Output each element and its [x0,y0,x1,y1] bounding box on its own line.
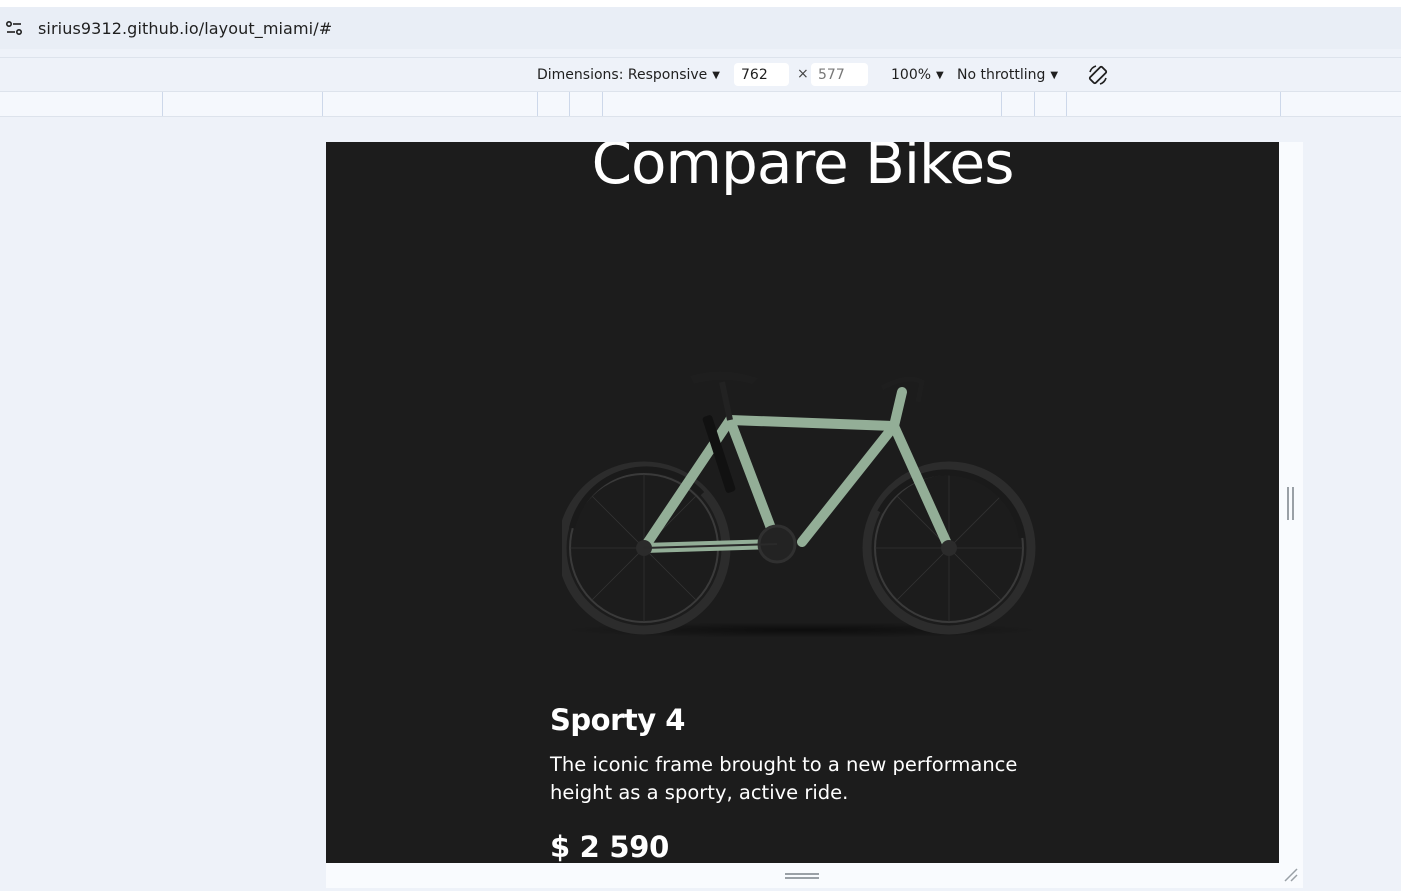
site-info-button[interactable] [0,14,28,42]
ruler-tick [1066,92,1067,116]
ruler-tick [162,92,163,116]
ruler-tick [1034,92,1035,116]
product-name: Sporty 4 [550,703,685,737]
caret-down-icon: ▼ [1050,69,1059,81]
ruler-tick [322,92,323,116]
address-bar[interactable]: sirius9312.github.io/layout_miami/# [0,7,1401,49]
caret-down-icon: ▼ [712,69,720,81]
dimensions-label: Dimensions: Responsive [537,67,708,83]
caret-down-icon: ▼ [936,69,944,81]
product-price: $ 2 590 [550,830,669,863]
dimensions-dropdown[interactable]: Dimensions: Responsive ▼ [537,58,720,92]
device-viewport: Compare Bikes Sporty 4 The iconic frame … [326,142,1279,863]
throttling-label: No throttling [957,67,1046,83]
width-input[interactable]: 762 [734,63,789,86]
corner-resize-icon[interactable] [1283,867,1299,883]
ruler-tick [602,92,603,116]
height-input[interactable]: 577 [811,63,868,86]
ruler-tick [1280,92,1281,116]
dimension-separator: × [797,66,809,82]
zoom-dropdown[interactable]: 100% ▼ [891,58,944,92]
bike-image [562,371,1042,638]
ruler-tick [1001,92,1002,116]
ruler-tick [569,92,570,116]
zoom-label: 100% [891,67,932,83]
throttling-dropdown[interactable]: No throttling ▼ [957,58,1058,92]
ruler-tick [537,92,538,116]
rotate-device-icon [1088,65,1108,85]
media-query-ruler[interactable] [0,91,1401,117]
tab-strip-edge [0,0,1401,7]
section-title: Compare Bikes [591,142,1015,197]
product-description: The iconic frame brought to a new perfor… [550,753,1018,804]
device-toolbar: Dimensions: Responsive ▼ 100% ▼ No throt… [0,57,1401,91]
height-resize-handle[interactable] [785,873,819,879]
width-resize-handle[interactable] [1287,487,1295,520]
rotate-button[interactable] [1086,58,1110,92]
url-text[interactable]: sirius9312.github.io/layout_miami/# [38,19,332,38]
browser-window: sirius9312.github.io/layout_miami/# Dime… [0,0,1401,891]
tune-icon [5,20,23,36]
